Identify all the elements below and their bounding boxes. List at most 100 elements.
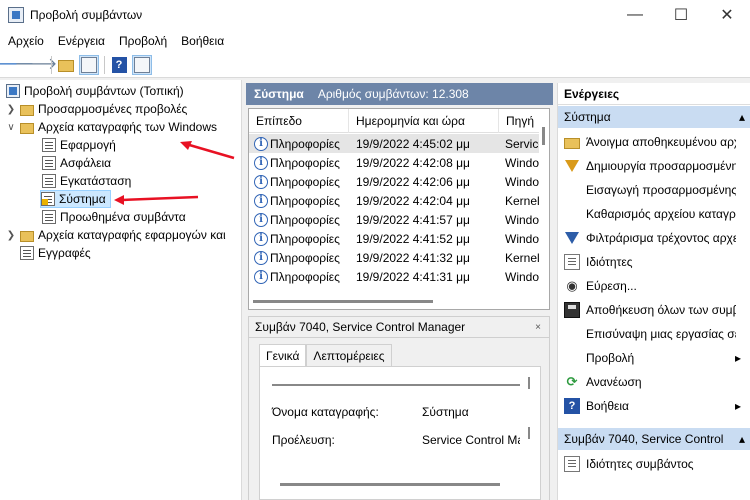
log-icon — [42, 174, 56, 188]
action-event-properties[interactable]: Ιδιότητες συμβάντος — [558, 452, 750, 476]
actions-pane: Ενέργειες Σύστημα ▴ Άνοιγμα αποθηκευμένο… — [557, 83, 750, 500]
tree-item-application[interactable]: Εφαρμογή — [42, 136, 116, 154]
action-attach-task[interactable]: Επισύναψη μιας εργασίας σε αυτό το αρχεί… — [558, 322, 750, 346]
subscriptions-icon — [20, 246, 34, 260]
system-log-icon — [41, 192, 55, 206]
folder-icon — [20, 122, 34, 134]
help-icon: ? — [111, 56, 127, 73]
tree-item-security[interactable]: Ασφάλεια — [42, 154, 111, 172]
field-value-source: Service Control Manager — [422, 433, 520, 447]
table-row[interactable]: i Πληροφορίες 19/9/2022 4:45:02 μμ Servic… — [249, 134, 539, 153]
actions-section-event[interactable]: Συμβάν 7040, Service Control Manager ▴ — [558, 428, 750, 450]
action-find[interactable]: ◉ Εύρεση... — [558, 274, 750, 298]
table-row[interactable]: iΠληροφορίες 19/9/2022 4:42:06 μμ Window… — [249, 172, 539, 191]
chevron-right-icon[interactable]: ❯ — [6, 229, 16, 241]
properties-icon — [564, 254, 580, 270]
blank-icon — [564, 326, 580, 342]
description-box-edge — [272, 384, 520, 386]
tree-item-forwarded-events[interactable]: Προωθημένα συμβάντα — [42, 208, 186, 226]
refresh-icon: ⟳ — [566, 374, 578, 389]
scrollbar-thumb[interactable] — [253, 300, 433, 303]
tree-label: Εφαρμογή — [60, 138, 116, 152]
action-open-saved-log[interactable]: Άνοιγμα αποθηκευμένου αρχείου καταγραφής… — [558, 130, 750, 154]
log-icon — [42, 156, 56, 170]
tree-item-custom-views[interactable]: ❯ Προσαρμοσμένες προβολές — [6, 100, 188, 118]
vertical-scrollbar[interactable] — [539, 109, 549, 309]
tab-general[interactable]: Γενικά — [259, 344, 307, 366]
tree-label: Προβολή συμβάντων (Τοπική) — [24, 84, 184, 98]
tree-label: Εγκατάσταση — [60, 174, 132, 188]
actions-section-system[interactable]: Σύστημα ▴ — [558, 106, 750, 128]
info-icon: i — [254, 250, 268, 265]
info-icon: i — [254, 155, 268, 170]
scrollbar-thumb[interactable] — [528, 427, 530, 439]
info-icon: i — [254, 174, 268, 189]
menu-action[interactable]: Ενέργεια — [51, 34, 112, 48]
table-row[interactable]: i Πληροφορίες 19/9/2022 4:42:04 μμ Kernel — [249, 191, 539, 210]
menu-file[interactable]: Αρχείο — [0, 34, 51, 48]
chevron-down-icon[interactable]: ∨ — [6, 121, 16, 133]
action-refresh[interactable]: ⟳ Ανανέωση — [558, 370, 750, 394]
toolbar: 🡐 🡒 ? — [0, 52, 750, 78]
action-clear-log[interactable]: Καθαρισμός αρχείου καταγραφής... — [558, 202, 750, 226]
log-icon — [42, 138, 56, 152]
tree-item-setup[interactable]: Εγκατάσταση — [42, 172, 131, 190]
action-view[interactable]: Προβολή ▸ — [558, 346, 750, 370]
scrollbar-thumb[interactable] — [528, 377, 530, 389]
tree-label: Ασφάλεια — [60, 156, 112, 170]
table-row[interactable]: iΠληροφορίες 19/9/2022 4:41:52 μμ Window… — [249, 229, 539, 248]
help-button[interactable]: ? — [109, 55, 129, 75]
menu-view[interactable]: Προβολή — [112, 34, 174, 48]
blank-icon — [564, 206, 580, 222]
info-icon: i — [254, 136, 268, 151]
console-tree-icon — [81, 56, 97, 73]
show-hide-action-pane-button[interactable] — [132, 54, 152, 75]
event-detail-title: Συμβάν 7040, Service Control Manager — [255, 320, 466, 334]
folder-icon — [20, 104, 34, 116]
action-help[interactable]: ? Βοήθεια ▸ — [558, 394, 750, 418]
table-row[interactable]: iΠληροφορίες 19/9/2022 4:41:31 μμ Window… — [249, 267, 539, 286]
event-detail-pane: Γενικά Λεπτομέρειες Όνομα καταγραφής: Σύ… — [248, 338, 550, 500]
column-header-level[interactable]: Επίπεδο — [249, 109, 349, 133]
log-icon — [42, 210, 56, 224]
column-header-datetime[interactable]: Ημερομηνία και ώρα — [349, 109, 499, 133]
event-detail-header: Συμβάν 7040, Service Control Manager × — [248, 316, 550, 338]
tab-details[interactable]: Λεπτομέρειες — [306, 344, 392, 366]
horizontal-scrollbar[interactable] — [249, 297, 549, 309]
close-button[interactable]: ✕ — [704, 0, 750, 30]
tree-item-system[interactable]: Σύστημα — [40, 190, 111, 208]
tree-item-app-services-logs[interactable]: ❯ Αρχεία καταγραφής εφαρμογών και — [6, 226, 226, 244]
horizontal-scrollbar[interactable] — [280, 483, 500, 486]
tree-item-root[interactable]: Προβολή συμβάντων (Τοπική) — [6, 82, 184, 100]
table-row[interactable]: iΠληροφορίες 19/9/2022 4:42:08 μμ Window… — [249, 153, 539, 172]
annotation-arrow-icon — [180, 141, 235, 160]
tree-label: Αρχεία καταγραφής των Windows — [38, 120, 218, 134]
filter-gold-icon — [565, 160, 579, 172]
table-row[interactable]: i Πληροφορίες 19/9/2022 4:41:32 μμ Kernel — [249, 248, 539, 267]
action-save-all-events[interactable]: Αποθήκευση όλων των συμβάντων ως... — [558, 298, 750, 322]
minimize-button[interactable]: — — [612, 0, 658, 30]
close-icon[interactable]: × — [535, 322, 541, 333]
event-viewer-icon — [6, 84, 20, 98]
forward-button[interactable]: 🡒 — [15, 55, 58, 75]
blank-icon — [564, 182, 580, 198]
up-one-level-button[interactable] — [56, 55, 76, 75]
action-filter-current-log[interactable]: Φιλτράρισμα τρέχοντος αρχείου καταγραφής… — [558, 226, 750, 250]
event-viewer-app-icon — [8, 7, 24, 23]
menu-bar: Αρχείο Ενέργεια Προβολή Βοήθεια — [0, 30, 750, 52]
action-import-custom-view[interactable]: Εισαγωγή προσαρμοσμένης προβολής... — [558, 178, 750, 202]
menu-help[interactable]: Βοήθεια — [174, 34, 231, 48]
tree-item-subscriptions[interactable]: Εγγραφές — [20, 244, 91, 262]
action-properties[interactable]: Ιδιότητες — [558, 250, 750, 274]
action-create-custom-view[interactable]: Δημιουργία προσαρμοσμένης προβολής... — [558, 154, 750, 178]
maximize-button[interactable]: ☐ — [658, 0, 704, 30]
collapse-icon[interactable]: ▴ — [739, 110, 745, 124]
show-hide-console-tree-button[interactable] — [79, 54, 99, 75]
filter-icon — [565, 232, 579, 244]
table-row[interactable]: iΠληροφορίες 19/9/2022 4:41:57 μμ Window… — [249, 210, 539, 229]
scrollbar-thumb[interactable] — [542, 127, 545, 145]
tree-item-windows-logs[interactable]: ∨ Αρχεία καταγραφής των Windows — [6, 118, 217, 136]
chevron-right-icon[interactable]: ❯ — [6, 103, 16, 115]
collapse-icon[interactable]: ▴ — [739, 432, 745, 446]
event-count: Αριθμός συμβάντων: 12.308 — [317, 87, 469, 101]
